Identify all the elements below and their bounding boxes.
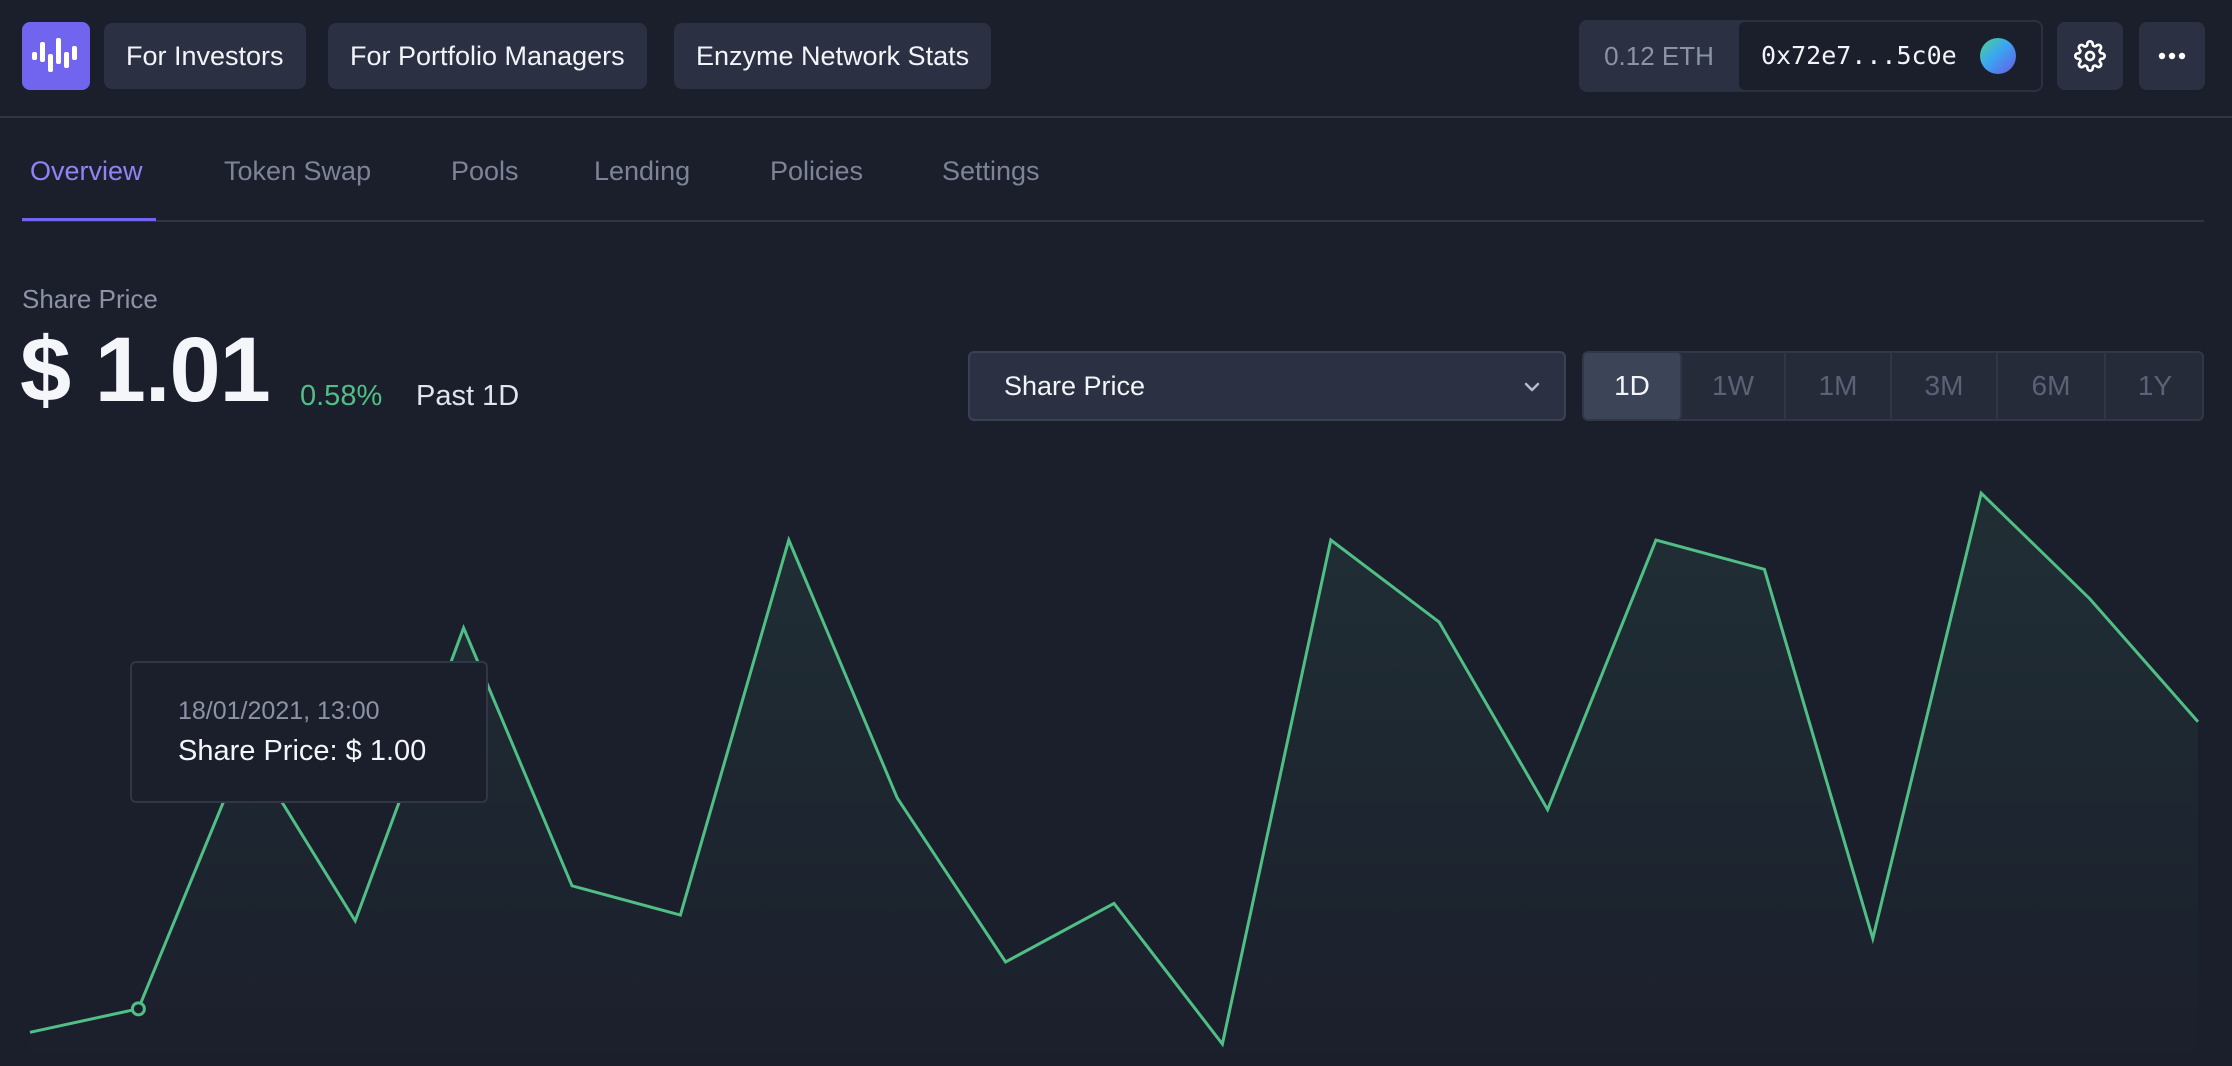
tab-pools[interactable]: Pools bbox=[451, 156, 519, 187]
chart-data-point[interactable] bbox=[1219, 1041, 1225, 1047]
share-price-change: 0.58% bbox=[300, 380, 383, 412]
tab-overview[interactable]: Overview bbox=[30, 156, 143, 187]
wallet-address-button[interactable]: 0x72e7...5c0e bbox=[1739, 22, 2041, 90]
share-price-label: Share Price bbox=[22, 284, 158, 314]
chart-data-point[interactable] bbox=[894, 795, 900, 801]
settings-button[interactable] bbox=[2057, 22, 2123, 90]
range-1d[interactable]: 1D bbox=[1584, 353, 1682, 419]
top-bar: For Investors For Portfolio Managers Enz… bbox=[0, 0, 2232, 118]
range-1m[interactable]: 1M bbox=[1786, 353, 1892, 419]
chart-data-point[interactable] bbox=[1870, 936, 1876, 942]
metric-select[interactable]: Share Price bbox=[968, 351, 1566, 421]
time-range-selector: 1D 1W 1M 3M 6M 1Y bbox=[1582, 351, 2204, 421]
chart-data-point[interactable] bbox=[1545, 807, 1551, 813]
chevron-down-icon bbox=[1524, 382, 1540, 392]
more-horizontal-icon bbox=[2158, 52, 2186, 60]
chart-data-point[interactable] bbox=[1761, 566, 1767, 572]
wallet-address: 0x72e7...5c0e bbox=[1761, 41, 1957, 70]
nav-for-portfolio-managers[interactable]: For Portfolio Managers bbox=[328, 23, 647, 89]
range-1w[interactable]: 1W bbox=[1682, 353, 1786, 419]
active-tab-indicator bbox=[22, 218, 156, 221]
chart-data-point[interactable] bbox=[1436, 619, 1442, 625]
share-price-period: Past 1D bbox=[416, 380, 520, 412]
tab-settings[interactable]: Settings bbox=[942, 156, 1040, 187]
metric-select-value: Share Price bbox=[1004, 371, 1146, 401]
gear-icon bbox=[2074, 40, 2106, 72]
range-6m[interactable]: 6M bbox=[1998, 353, 2106, 419]
more-button[interactable] bbox=[2139, 22, 2205, 90]
chart-data-point[interactable] bbox=[1653, 537, 1659, 543]
tab-policies[interactable]: Policies bbox=[770, 156, 863, 187]
chart-data-point[interactable] bbox=[786, 537, 792, 543]
chart-data-point[interactable] bbox=[1111, 900, 1117, 906]
range-1y[interactable]: 1Y bbox=[2106, 353, 2204, 419]
nav-enzyme-network-stats[interactable]: Enzyme Network Stats bbox=[674, 23, 992, 89]
chart-data-point[interactable] bbox=[569, 883, 575, 889]
chart-data-point[interactable] bbox=[27, 1029, 33, 1035]
tab-lending[interactable]: Lending bbox=[594, 156, 690, 187]
tooltip-value: Share Price: $ 1.00 bbox=[178, 735, 427, 767]
chart-data-point[interactable] bbox=[1328, 537, 1334, 543]
chart-data-point[interactable] bbox=[2195, 719, 2201, 725]
range-3m[interactable]: 3M bbox=[1892, 353, 1998, 419]
enzyme-logo-icon[interactable] bbox=[22, 22, 90, 90]
nav-for-investors[interactable]: For Investors bbox=[104, 23, 306, 89]
chart-data-point[interactable] bbox=[2087, 596, 2093, 602]
tab-token-swap[interactable]: Token Swap bbox=[224, 156, 371, 187]
tooltip-date: 18/01/2021, 13:00 bbox=[178, 697, 380, 725]
chart-data-point[interactable] bbox=[1978, 490, 1984, 496]
chart-hover-point[interactable] bbox=[130, 1001, 146, 1017]
chart-data-point[interactable] bbox=[352, 918, 358, 924]
eth-balance: 0.12 ETH bbox=[1604, 41, 1714, 71]
chart-data-point[interactable] bbox=[1003, 959, 1009, 965]
share-price-value: $ 1.01 bbox=[20, 319, 271, 421]
chart-tooltip: 18/01/2021, 13:00 Share Price: $ 1.00 bbox=[130, 661, 488, 803]
wallet-widget[interactable]: 0.12 ETH 0x72e7...5c0e bbox=[1579, 20, 2043, 92]
wallet-avatar-icon bbox=[1980, 38, 2016, 74]
chart-data-point[interactable] bbox=[461, 625, 467, 631]
tab-bar: Overview Token Swap Pools Lending Polici… bbox=[22, 116, 2204, 222]
chart-data-point[interactable] bbox=[677, 912, 683, 918]
